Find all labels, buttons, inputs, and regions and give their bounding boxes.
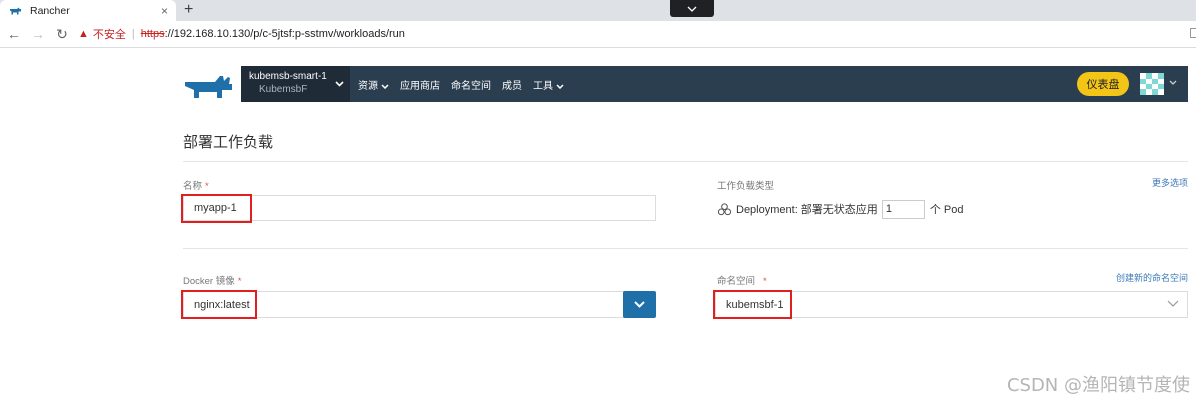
chevron-down-icon — [1167, 296, 1179, 310]
url-field[interactable]: ▲ 不安全 | https ://192.168.10.130/p/c-5jts… — [78, 24, 1196, 44]
browser-tab-bar: Rancher × + — [0, 0, 1196, 21]
page-title: 部署工作负载 — [183, 134, 274, 151]
warning-icon: ▲ — [78, 28, 89, 40]
nav-app-store[interactable]: 应用商店 — [400, 77, 440, 92]
forward-icon[interactable]: → — [26, 26, 50, 42]
chevron-down-icon — [556, 82, 564, 91]
image-dropdown-button[interactable] — [623, 291, 656, 318]
scale-unit: 个 Pod — [929, 204, 964, 216]
reload-icon[interactable]: ↻ — [50, 26, 74, 43]
chevron-down-icon — [335, 79, 344, 90]
namespace-label: 命名空间 * — [717, 276, 767, 287]
more-options-link[interactable]: 更多选项 — [1152, 176, 1188, 189]
chevron-down-icon — [634, 301, 645, 308]
image-input[interactable]: nginx:latest — [183, 291, 624, 318]
namespace-select[interactable]: kubemsbf-1 — [715, 291, 1188, 318]
name-input[interactable]: myapp-1 — [183, 195, 656, 221]
cluster-project-selector[interactable]: kubemsb-smart-1 KubemsbF — [241, 66, 350, 102]
create-namespace-link[interactable]: 创建新的命名空间 — [1116, 271, 1188, 284]
watermark: CSDN @渔阳镇节度使 — [1006, 375, 1190, 396]
browser-tab[interactable]: Rancher × — [0, 0, 176, 21]
pod-scale-input[interactable]: 1 — [881, 199, 925, 219]
workload-type-value: Deployment: 部署无状态应用 — [736, 204, 878, 216]
url-text: ://192.168.10.130/p/c-5jtsf:p-sstmv/work… — [164, 28, 405, 40]
workload-type-label: 工作负载类型 — [717, 181, 775, 192]
user-avatar-icon[interactable] — [1140, 73, 1164, 95]
nav-tools[interactable]: 工具 — [533, 77, 564, 92]
tab-close-icon[interactable]: × — [161, 4, 168, 18]
new-tab-icon[interactable]: + — [184, 1, 193, 19]
deployment-icon — [717, 202, 732, 215]
tab-search-button[interactable] — [670, 0, 714, 17]
nav-resources[interactable]: 资源 — [358, 77, 389, 92]
nav-members[interactable]: 成员 — [502, 77, 522, 92]
workload-type-field[interactable]: Deployment: 部署无状态应用 1 个 Pod — [717, 199, 963, 219]
chevron-down-icon — [381, 82, 389, 91]
divider — [183, 248, 1188, 249]
chevron-down-icon[interactable] — [1169, 77, 1177, 87]
dashboard-button[interactable]: 仪表盘 — [1077, 72, 1129, 96]
insecure-label: 不安全 — [92, 29, 126, 41]
url-scheme: https — [140, 28, 165, 40]
top-nav-bar: kubemsb-smart-1 KubemsbF 资源 应用商店 命名空间 成员… — [241, 66, 1188, 102]
name-label: 名称 * — [183, 181, 209, 192]
back-icon[interactable]: ← — [2, 26, 26, 42]
nav-namespaces[interactable]: 命名空间 — [451, 77, 491, 92]
url-separator: | — [131, 28, 135, 40]
tab-title: Rancher — [30, 4, 70, 17]
image-label: Docker 镜像 * — [183, 276, 242, 287]
side-panel-edge — [1190, 28, 1196, 38]
chevron-down-icon — [687, 6, 697, 12]
rancher-favicon-icon — [10, 7, 21, 14]
divider — [183, 161, 1188, 162]
address-bar: ← → ↻ ▲ 不安全 | https ://192.168.10.130/p/… — [0, 21, 1196, 48]
rancher-logo-icon[interactable] — [183, 74, 233, 98]
